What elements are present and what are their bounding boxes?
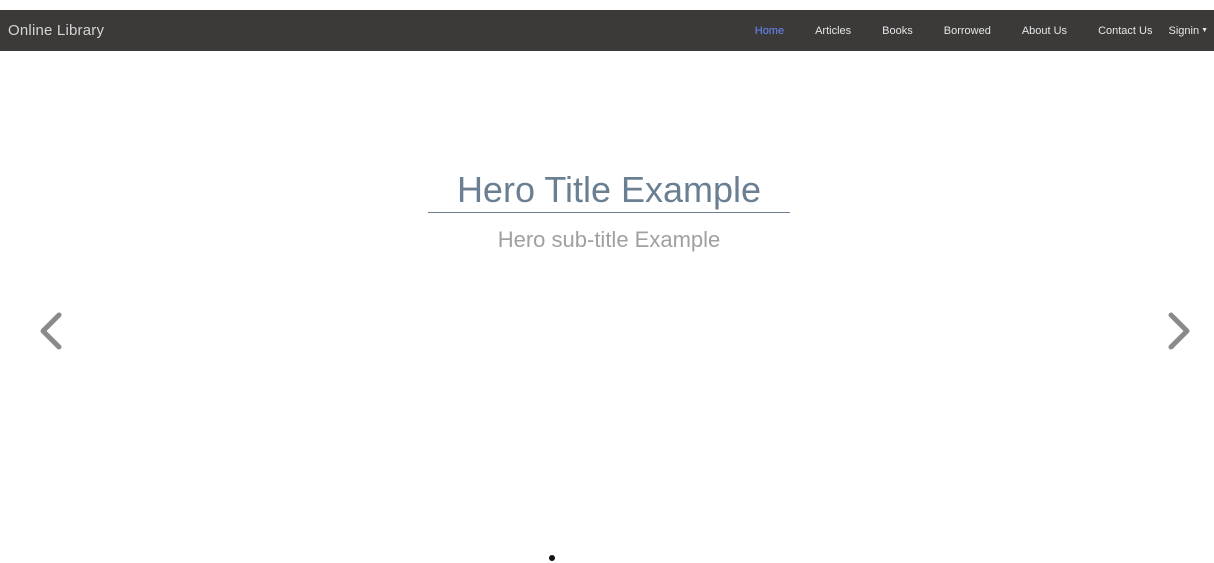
signin-dropdown[interactable]: Signin ▼ (1168, 25, 1208, 37)
carousel-next-button[interactable] (1160, 306, 1200, 356)
hero-title: Hero Title Example (428, 168, 790, 213)
brand-logo-link[interactable]: Online Library (8, 22, 104, 39)
nav-link-about-us[interactable]: About Us (1022, 25, 1067, 37)
chevron-right-icon (1168, 312, 1190, 350)
nav-links: Home Articles Books Borrowed About Us Co… (755, 10, 1208, 51)
carousel-indicator[interactable] (549, 555, 555, 561)
hero-carousel: Hero Title Example Hero sub-title Exampl… (0, 51, 1214, 563)
chevron-left-icon (40, 312, 62, 350)
chevron-down-icon: ▼ (1201, 27, 1208, 34)
top-navbar: Online Library Home Articles Books Borro… (0, 10, 1214, 51)
nav-link-contact-us[interactable]: Contact Us (1098, 25, 1152, 37)
signin-label: Signin (1168, 24, 1200, 37)
hero-subtitle: Hero sub-title Example (497, 227, 721, 252)
nav-link-borrowed[interactable]: Borrowed (944, 25, 991, 37)
nav-link-articles[interactable]: Articles (815, 25, 851, 37)
nav-link-home[interactable]: Home (755, 25, 784, 37)
carousel-prev-button[interactable] (30, 306, 70, 356)
nav-link-books[interactable]: Books (882, 25, 913, 37)
